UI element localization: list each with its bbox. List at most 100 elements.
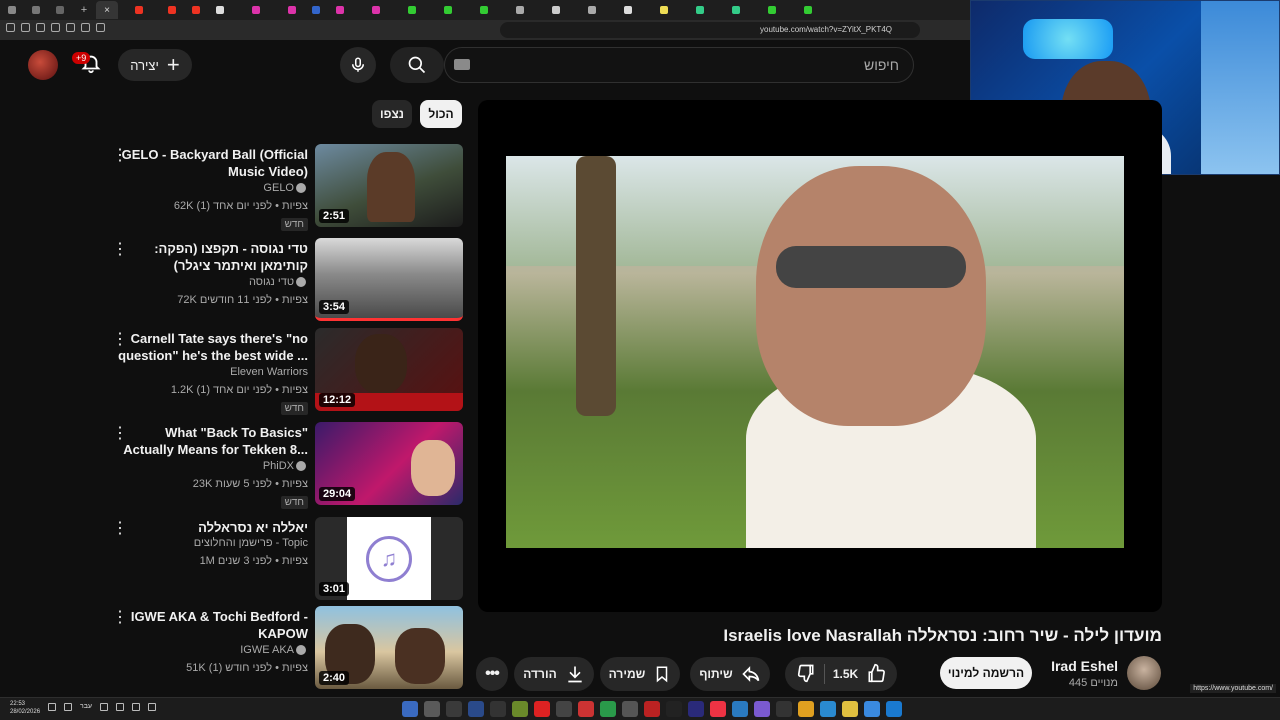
chevron-up-icon[interactable] — [164, 703, 172, 711]
video-player[interactable] — [478, 100, 1162, 612]
app-icon[interactable] — [886, 701, 902, 717]
tab-favicon[interactable] — [472, 0, 496, 20]
tab-favicon[interactable] — [688, 0, 712, 20]
share-button[interactable]: שיתוף — [690, 657, 770, 691]
subscribe-button[interactable]: הרשמה למינוי — [940, 657, 1032, 689]
app-icon[interactable] — [424, 701, 440, 717]
channel-name[interactable]: פרישמן והחלוצים - Topic — [108, 537, 308, 549]
app-icon[interactable] — [622, 701, 638, 717]
network-icon[interactable] — [64, 703, 72, 711]
url-field[interactable]: youtube.com/watch?v=ZYitX_PKT4Q — [500, 22, 920, 38]
tab-favicon[interactable] — [280, 0, 304, 20]
app-icon[interactable] — [798, 701, 814, 717]
video-title[interactable]: טדי נגוסה - תקפצו (הפקה: קותימאן ואיתמר … — [118, 240, 308, 274]
create-button[interactable]: יצירה + — [118, 49, 192, 81]
download-button[interactable]: הורדה — [514, 657, 594, 691]
history-icon[interactable] — [66, 23, 75, 32]
tab-favicon[interactable] — [208, 0, 232, 20]
channel-avatar[interactable] — [1127, 656, 1161, 690]
tray-app-icon[interactable] — [116, 703, 125, 711]
video-thumbnail[interactable]: 2:40 — [315, 606, 463, 689]
app-icon[interactable] — [710, 701, 726, 717]
tab-favicon[interactable] — [616, 0, 640, 20]
tab-favicon[interactable] — [0, 0, 24, 20]
tab-favicon[interactable] — [400, 0, 424, 20]
app-icon[interactable] — [512, 701, 528, 717]
channel-name[interactable]: GELO — [108, 182, 308, 194]
tab-favicon[interactable] — [784, 0, 832, 20]
video-title[interactable]: Carnell Tate says there's "no question" … — [118, 330, 308, 364]
dislike-button[interactable] — [796, 663, 816, 686]
tab-favicon[interactable] — [424, 0, 472, 20]
app-icon[interactable] — [842, 701, 858, 717]
channel-name[interactable]: PhiDX — [108, 460, 308, 472]
chip-all[interactable]: הכול — [420, 100, 462, 128]
tab-favicon[interactable] — [24, 0, 48, 20]
save-button[interactable]: שמירה — [600, 657, 680, 691]
account-avatar[interactable] — [28, 50, 58, 80]
tab-favicon[interactable] — [48, 0, 72, 20]
app-icon[interactable] — [688, 701, 704, 717]
list-item[interactable]: ⋮ טדי נגוסה - תקפצו (הפקה: קותימאן ואיתמ… — [100, 238, 463, 322]
video-title[interactable]: GELO - Backyard Ball (Official Music Vid… — [118, 146, 308, 180]
video-title[interactable]: יאללה יא נסראללה — [118, 519, 308, 536]
app-icon[interactable] — [534, 701, 550, 717]
tray-app-icon[interactable] — [132, 703, 141, 711]
more-actions-button[interactable]: ••• — [476, 657, 508, 691]
tab-favicon[interactable] — [760, 0, 784, 20]
tray-app-icon[interactable] — [148, 703, 157, 711]
tabs-icon[interactable] — [51, 23, 60, 32]
app-icon[interactable] — [446, 701, 462, 717]
like-button[interactable] — [866, 663, 886, 686]
app-icon[interactable] — [578, 701, 594, 717]
tab-favicon[interactable] — [568, 0, 616, 20]
app-icon[interactable] — [600, 701, 616, 717]
list-item[interactable]: ⋮ Carnell Tate says there's "no question… — [100, 328, 463, 416]
video-thumbnail[interactable]: 3:54 — [315, 238, 463, 321]
video-title[interactable]: IGWE AKA & Tochi Bedford - KAPOW — [118, 608, 308, 642]
shield-icon[interactable] — [21, 23, 30, 32]
tab-favicon[interactable] — [304, 0, 328, 20]
channel-name-main[interactable]: Irad Eshel — [1020, 658, 1118, 674]
app-icon[interactable] — [644, 701, 660, 717]
tab-favicon[interactable] — [712, 0, 760, 20]
search-button[interactable] — [390, 47, 444, 83]
list-item[interactable]: ⋮ GELO - Backyard Ball (Official Music V… — [100, 144, 463, 232]
search-input[interactable]: חיפוש — [444, 47, 914, 83]
app-icon[interactable] — [776, 701, 792, 717]
video-title[interactable]: What "Back To Basics" Actually Means for… — [118, 424, 308, 458]
speaker-icon[interactable] — [48, 703, 56, 711]
extensions-icon[interactable] — [81, 23, 90, 32]
app-icon[interactable] — [468, 701, 484, 717]
tab-favicon[interactable] — [328, 0, 352, 20]
tab-favicon[interactable] — [232, 0, 280, 20]
tab-favicon[interactable] — [544, 0, 568, 20]
app-icon[interactable] — [820, 701, 836, 717]
list-item[interactable]: ⋮ What "Back To Basics" Actually Means f… — [100, 422, 463, 510]
chip-watched[interactable]: נצפו — [372, 100, 412, 128]
app-icon[interactable] — [490, 701, 506, 717]
video-thumbnail[interactable]: 2:51 — [315, 144, 463, 227]
new-tab-icon[interactable]: + — [72, 0, 96, 20]
app-icon[interactable] — [666, 701, 682, 717]
tab-favicon[interactable] — [640, 0, 688, 20]
menu-icon[interactable] — [6, 23, 15, 32]
tab-favicon[interactable] — [160, 0, 184, 20]
app-icon[interactable] — [732, 701, 748, 717]
keyboard-icon[interactable] — [454, 59, 470, 70]
reload-icon[interactable] — [96, 23, 105, 32]
tab-favicon[interactable] — [118, 0, 160, 20]
channel-name[interactable]: Eleven Warriors — [108, 366, 308, 378]
channel-name[interactable]: טדי נגוסה — [108, 276, 308, 288]
like-count[interactable]: 1.5K — [833, 667, 858, 681]
keyboard-lang-icon[interactable]: עבר — [80, 703, 92, 711]
channel-name[interactable]: IGWE AKA — [108, 644, 308, 656]
app-icon[interactable] — [402, 701, 418, 717]
video-thumbnail[interactable]: ♫ 3:01 — [315, 517, 463, 600]
tab-favicon[interactable] — [496, 0, 544, 20]
app-icon[interactable] — [864, 701, 880, 717]
tab-favicon[interactable] — [352, 0, 400, 20]
taskbar-clock[interactable]: 22:53 28/02/2026 — [10, 700, 40, 716]
active-tab[interactable]: × — [96, 1, 118, 19]
video-thumbnail[interactable]: 29:04 — [315, 422, 463, 505]
